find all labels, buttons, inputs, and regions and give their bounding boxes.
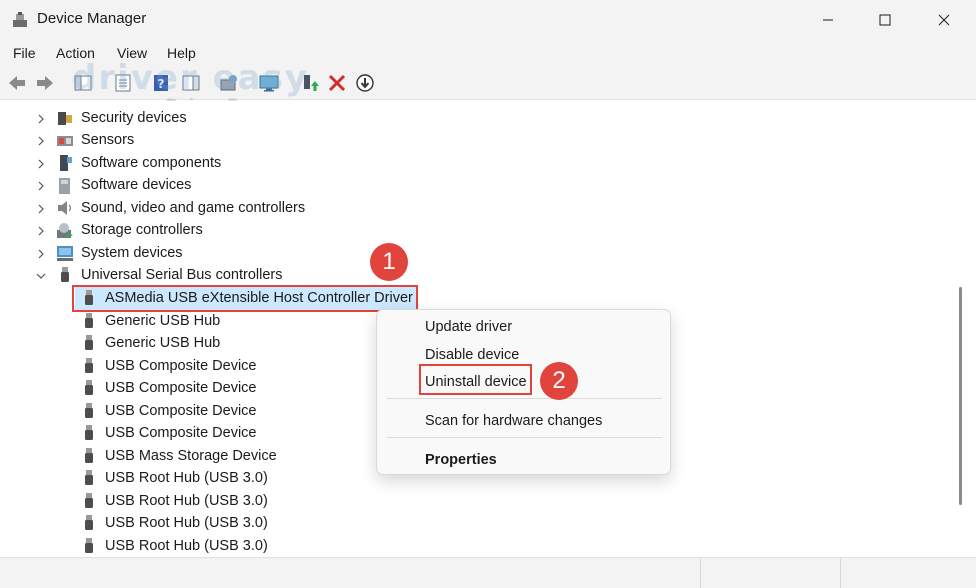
category-label: Security devices bbox=[81, 110, 187, 126]
menu-file[interactable]: File bbox=[13, 45, 36, 61]
usb-plug-icon bbox=[85, 380, 93, 395]
usb-plug-icon bbox=[85, 313, 93, 328]
category-label: Sound, video and game controllers bbox=[81, 200, 306, 216]
status-divider bbox=[700, 558, 701, 588]
usb-plug-icon bbox=[85, 335, 93, 350]
chevron-right-icon[interactable] bbox=[36, 159, 46, 169]
chevron-down-icon[interactable] bbox=[36, 271, 46, 281]
chevron-right-icon[interactable] bbox=[36, 226, 46, 236]
show-hide-console-tree-icon[interactable] bbox=[72, 72, 94, 94]
close-icon bbox=[938, 14, 950, 26]
menu-properties[interactable]: Properties bbox=[425, 452, 497, 468]
scrollbar-thumb[interactable] bbox=[959, 287, 962, 505]
category-label: Sensors bbox=[81, 132, 135, 148]
device-label: USB Root Hub (USB 3.0) bbox=[105, 493, 268, 509]
speaker-icon bbox=[58, 201, 72, 215]
software-component-icon bbox=[60, 155, 72, 171]
usb-icon bbox=[61, 267, 69, 282]
back-arrow-icon[interactable] bbox=[6, 72, 28, 94]
usb-plug-icon bbox=[85, 515, 93, 530]
monitor-icon[interactable] bbox=[258, 72, 280, 94]
menu-action[interactable]: Action bbox=[56, 45, 95, 61]
menu-update-driver[interactable]: Update driver bbox=[425, 319, 512, 335]
maximize-icon bbox=[879, 14, 891, 26]
usb-plug-icon bbox=[85, 538, 93, 553]
usb-plug-icon bbox=[85, 470, 93, 485]
menu-separator bbox=[387, 398, 662, 399]
chevron-right-icon[interactable] bbox=[36, 249, 46, 259]
vertical-scrollbar[interactable] bbox=[956, 101, 968, 557]
device-label: USB Root Hub (USB 3.0) bbox=[105, 538, 268, 554]
minimize-icon bbox=[823, 19, 833, 21]
sensors-icon bbox=[57, 136, 73, 146]
security-device-icon bbox=[58, 112, 72, 125]
action-pane-icon[interactable] bbox=[180, 72, 202, 94]
title-bar: Device Manager bbox=[0, 0, 976, 40]
chevron-right-icon[interactable] bbox=[36, 181, 46, 191]
close-button[interactable] bbox=[921, 0, 967, 40]
usb-plug-icon bbox=[85, 493, 93, 508]
chevron-right-icon[interactable] bbox=[36, 114, 46, 124]
system-device-icon bbox=[57, 246, 73, 261]
category-label: Software components bbox=[81, 155, 222, 171]
step1-highlight-box bbox=[72, 285, 418, 312]
svg-text:?: ? bbox=[158, 77, 165, 91]
device-label: Generic USB Hub bbox=[105, 313, 221, 329]
device-label: USB Composite Device bbox=[105, 358, 257, 374]
chevron-right-icon[interactable] bbox=[36, 136, 46, 146]
status-divider bbox=[840, 558, 841, 588]
usb-plug-icon bbox=[85, 425, 93, 440]
menu-separator bbox=[387, 437, 662, 438]
step2-badge: 2 bbox=[540, 362, 578, 400]
maximize-button[interactable] bbox=[862, 0, 908, 40]
menu-bar: File Action View Help bbox=[0, 40, 976, 66]
device-label: USB Root Hub (USB 3.0) bbox=[105, 515, 268, 531]
step1-badge: 1 bbox=[370, 243, 408, 281]
update-driver-icon[interactable] bbox=[298, 72, 320, 94]
properties-sheet-icon[interactable] bbox=[112, 72, 134, 94]
device-label: USB Composite Device bbox=[105, 403, 257, 419]
help-icon[interactable]: ? bbox=[150, 72, 172, 94]
category-label: Universal Serial Bus controllers bbox=[81, 267, 283, 283]
software-device-icon bbox=[59, 178, 70, 194]
download-icon[interactable] bbox=[354, 72, 376, 94]
scan-hardware-icon[interactable] bbox=[218, 72, 240, 94]
menu-scan-hardware[interactable]: Scan for hardware changes bbox=[425, 413, 602, 429]
category-label: Software devices bbox=[81, 177, 192, 193]
device-label: USB Root Hub (USB 3.0) bbox=[105, 470, 268, 486]
device-manager-icon bbox=[13, 12, 27, 27]
category-label: Storage controllers bbox=[81, 222, 203, 238]
device-label: USB Mass Storage Device bbox=[105, 448, 277, 464]
forward-arrow-icon[interactable] bbox=[34, 72, 56, 94]
menu-view[interactable]: View bbox=[117, 45, 147, 61]
step2-highlight-box bbox=[419, 364, 532, 395]
device-label: USB Composite Device bbox=[105, 425, 257, 441]
category-label: System devices bbox=[81, 245, 183, 261]
usb-plug-icon bbox=[85, 358, 93, 373]
minimize-button[interactable] bbox=[805, 0, 851, 40]
menu-disable-device[interactable]: Disable device bbox=[425, 347, 519, 363]
status-bar bbox=[0, 557, 976, 588]
uninstall-x-icon[interactable] bbox=[326, 72, 348, 94]
window-title: Device Manager bbox=[37, 10, 147, 27]
storage-controller-icon bbox=[57, 223, 73, 238]
device-label: USB Composite Device bbox=[105, 380, 257, 396]
device-label: Generic USB Hub bbox=[105, 335, 221, 351]
chevron-right-icon[interactable] bbox=[36, 204, 46, 214]
toolbar: ? bbox=[0, 66, 976, 100]
usb-plug-icon bbox=[85, 448, 93, 463]
usb-plug-icon bbox=[85, 403, 93, 418]
menu-help[interactable]: Help bbox=[167, 45, 196, 61]
